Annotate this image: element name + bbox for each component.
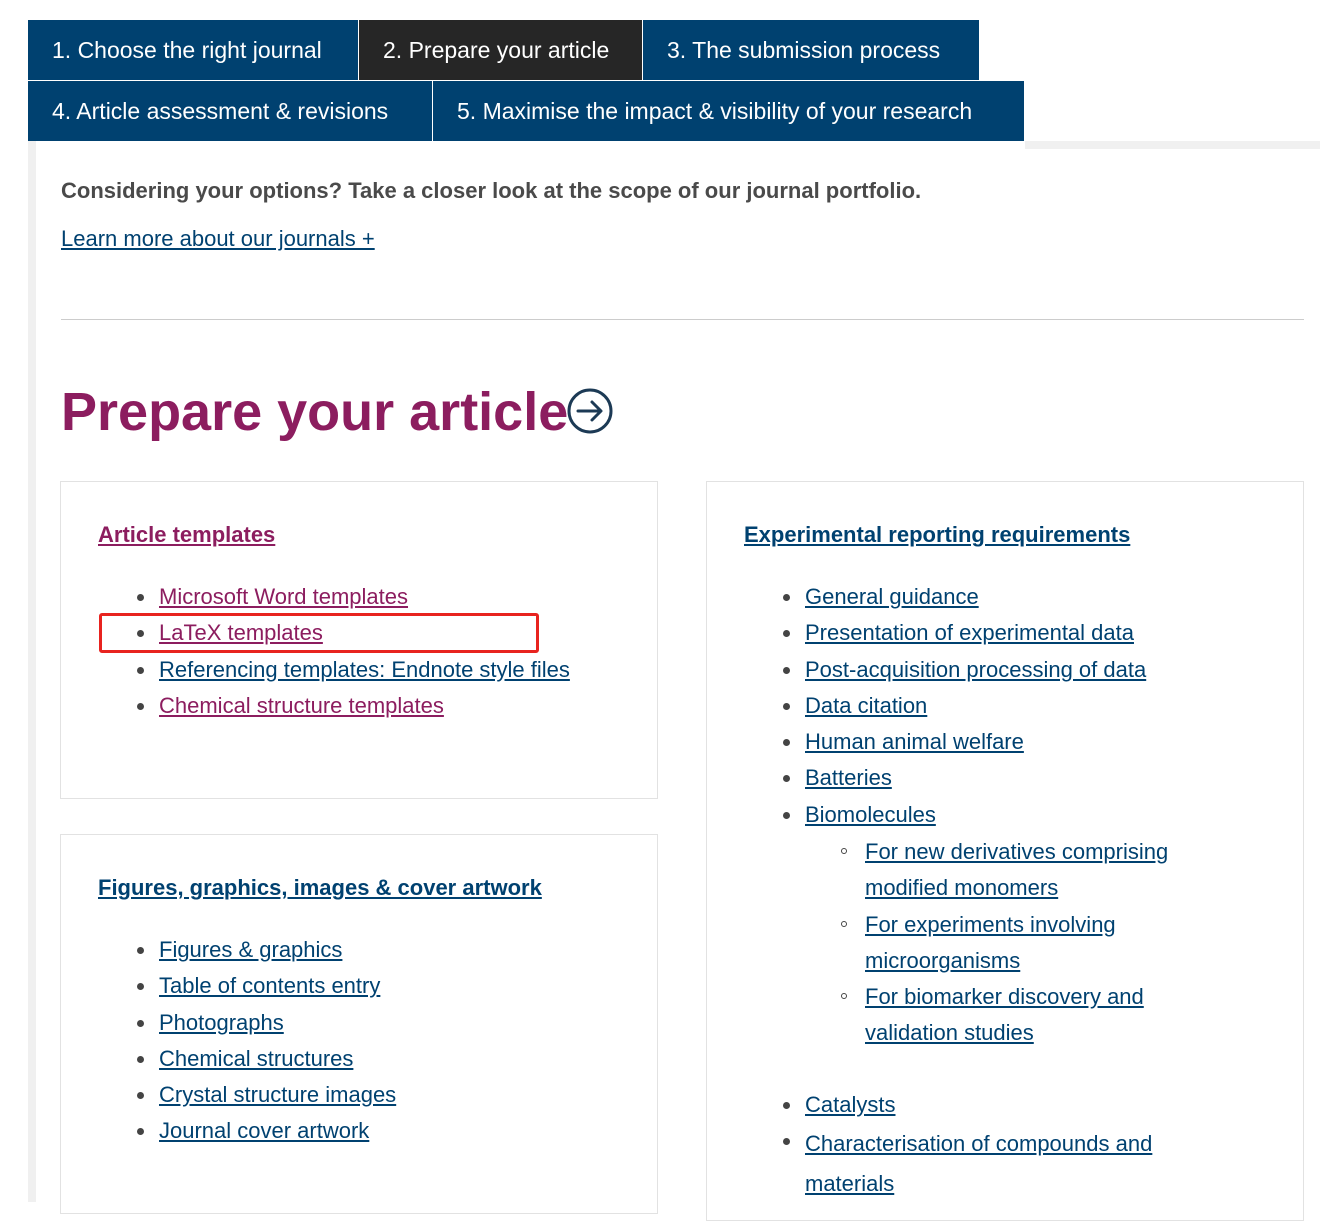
bullet-icon	[783, 666, 790, 674]
bullet-icon	[783, 702, 790, 710]
circle-bullet-icon	[841, 920, 847, 927]
divider	[61, 319, 1304, 320]
catalysts-link[interactable]: Catalysts	[805, 1092, 895, 1117]
content-panel-edge	[1025, 141, 1320, 149]
tab-article-assessment[interactable]: 4. Article assessment & revisions	[28, 81, 433, 141]
article-templates-heading[interactable]: Article templates	[98, 522, 275, 548]
tab-submission-process[interactable]: 3. The submission process	[643, 20, 980, 80]
new-derivatives-link[interactable]: For new derivatives comprising modified …	[865, 839, 1168, 900]
tab-nav: 1. Choose the right journal 2. Prepare y…	[28, 20, 1028, 141]
bullet-icon	[137, 1019, 144, 1027]
tab-maximise-impact[interactable]: 5. Maximise the impact & visibility of y…	[433, 81, 1025, 141]
data-citation-link[interactable]: Data citation	[805, 693, 927, 718]
photographs-link[interactable]: Photographs	[159, 1010, 284, 1035]
endnote-style-files-link[interactable]: Referencing templates: Endnote style fil…	[159, 657, 570, 682]
list-item: Photographs	[137, 1008, 396, 1044]
crystal-structure-images-link[interactable]: Crystal structure images	[159, 1082, 396, 1107]
list-item: Figures & graphics	[137, 935, 396, 971]
bullet-icon	[137, 1055, 144, 1063]
biomolecules-link[interactable]: Biomolecules	[805, 802, 936, 827]
list-item: Biomolecules	[783, 800, 1146, 836]
journal-cover-artwork-link[interactable]: Journal cover artwork	[159, 1118, 369, 1143]
content-panel-edge	[28, 141, 36, 1202]
list-item: For experiments involving microorganisms	[841, 907, 1225, 980]
bullet-icon	[137, 666, 144, 674]
bullet-icon	[783, 1102, 790, 1109]
list-item: Journal cover artwork	[137, 1116, 396, 1152]
batteries-link[interactable]: Batteries	[805, 765, 892, 790]
list-item: Characterisation of compounds and materi…	[783, 1126, 1205, 1205]
biomarker-discovery-link[interactable]: For biomarker discovery and validation s…	[865, 984, 1144, 1045]
list-item: For new derivatives comprising modified …	[841, 834, 1225, 907]
chemical-structures-link[interactable]: Chemical structures	[159, 1046, 353, 1071]
microorganisms-link[interactable]: For experiments involving microorganisms	[865, 912, 1116, 973]
bullet-icon	[783, 811, 790, 819]
tab-choose-journal[interactable]: 1. Choose the right journal	[28, 20, 359, 80]
list-item: Data citation	[783, 691, 1146, 727]
post-acquisition-processing-link[interactable]: Post-acquisition processing of data	[805, 657, 1146, 682]
page-title: Prepare your article	[61, 382, 569, 442]
tab-label: 3. The submission process	[667, 37, 941, 63]
list-item: Catalysts	[783, 1090, 1205, 1126]
tab-label: 2. Prepare your article	[383, 37, 610, 63]
toc-entry-link[interactable]: Table of contents entry	[159, 973, 380, 998]
list-item: Referencing templates: Endnote style fil…	[137, 655, 570, 691]
characterisation-compounds-link[interactable]: Characterisation of compounds and materi…	[805, 1131, 1152, 1195]
arrow-right-circle-icon[interactable]	[566, 387, 614, 435]
bullet-icon	[137, 702, 144, 710]
list-item: Human animal welfare	[783, 727, 1146, 763]
list-item: Presentation of experimental data	[783, 618, 1146, 654]
bullet-icon	[783, 594, 790, 601]
chemical-structure-templates-link[interactable]: Chemical structure templates	[159, 693, 444, 718]
intro-text: Considering your options? Take a closer …	[61, 178, 922, 203]
figures-list: Figures & graphics Table of contents ent…	[137, 935, 396, 1153]
experimental-list: General guidance Presentation of experim…	[783, 582, 1146, 836]
list-item: General guidance	[783, 582, 1146, 618]
figures-graphics-link[interactable]: Figures & graphics	[159, 937, 342, 962]
list-item: Crystal structure images	[137, 1080, 396, 1116]
list-item: LaTeX templates	[137, 618, 570, 654]
circle-bullet-icon	[841, 848, 847, 854]
list-item: Chemical structure templates	[137, 691, 570, 727]
general-guidance-link[interactable]: General guidance	[805, 584, 979, 609]
list-item: Chemical structures	[137, 1044, 396, 1080]
list-item: Batteries	[783, 763, 1146, 799]
human-animal-welfare-link[interactable]: Human animal welfare	[805, 729, 1024, 754]
bullet-icon	[137, 594, 144, 601]
presentation-experimental-data-link[interactable]: Presentation of experimental data	[805, 620, 1134, 645]
figures-heading[interactable]: Figures, graphics, images & cover artwor…	[98, 875, 542, 901]
bullet-icon	[137, 947, 144, 954]
list-item: Post-acquisition processing of data	[783, 655, 1146, 691]
article-templates-list: Microsoft Word templates LaTeX templates…	[137, 582, 570, 727]
tab-label: 1. Choose the right journal	[52, 37, 322, 63]
latex-templates-link[interactable]: LaTeX templates	[159, 620, 323, 645]
tab-label: 4. Article assessment & revisions	[52, 98, 389, 124]
experimental-list-continued: Catalysts Characterisation of compounds …	[783, 1090, 1205, 1205]
list-item: Table of contents entry	[137, 971, 396, 1007]
microsoft-word-templates-link[interactable]: Microsoft Word templates	[159, 584, 408, 609]
biomolecules-sublist: For new derivatives comprising modified …	[841, 834, 1225, 1052]
tab-label: 5. Maximise the impact & visibility of y…	[457, 98, 973, 124]
learn-more-journals-link[interactable]: Learn more about our journals +	[61, 226, 375, 252]
tab-prepare-article[interactable]: 2. Prepare your article	[359, 20, 643, 80]
list-item: Microsoft Word templates	[137, 582, 570, 618]
experimental-reporting-heading[interactable]: Experimental reporting requirements	[744, 522, 1130, 548]
list-item: For biomarker discovery and validation s…	[841, 979, 1225, 1052]
